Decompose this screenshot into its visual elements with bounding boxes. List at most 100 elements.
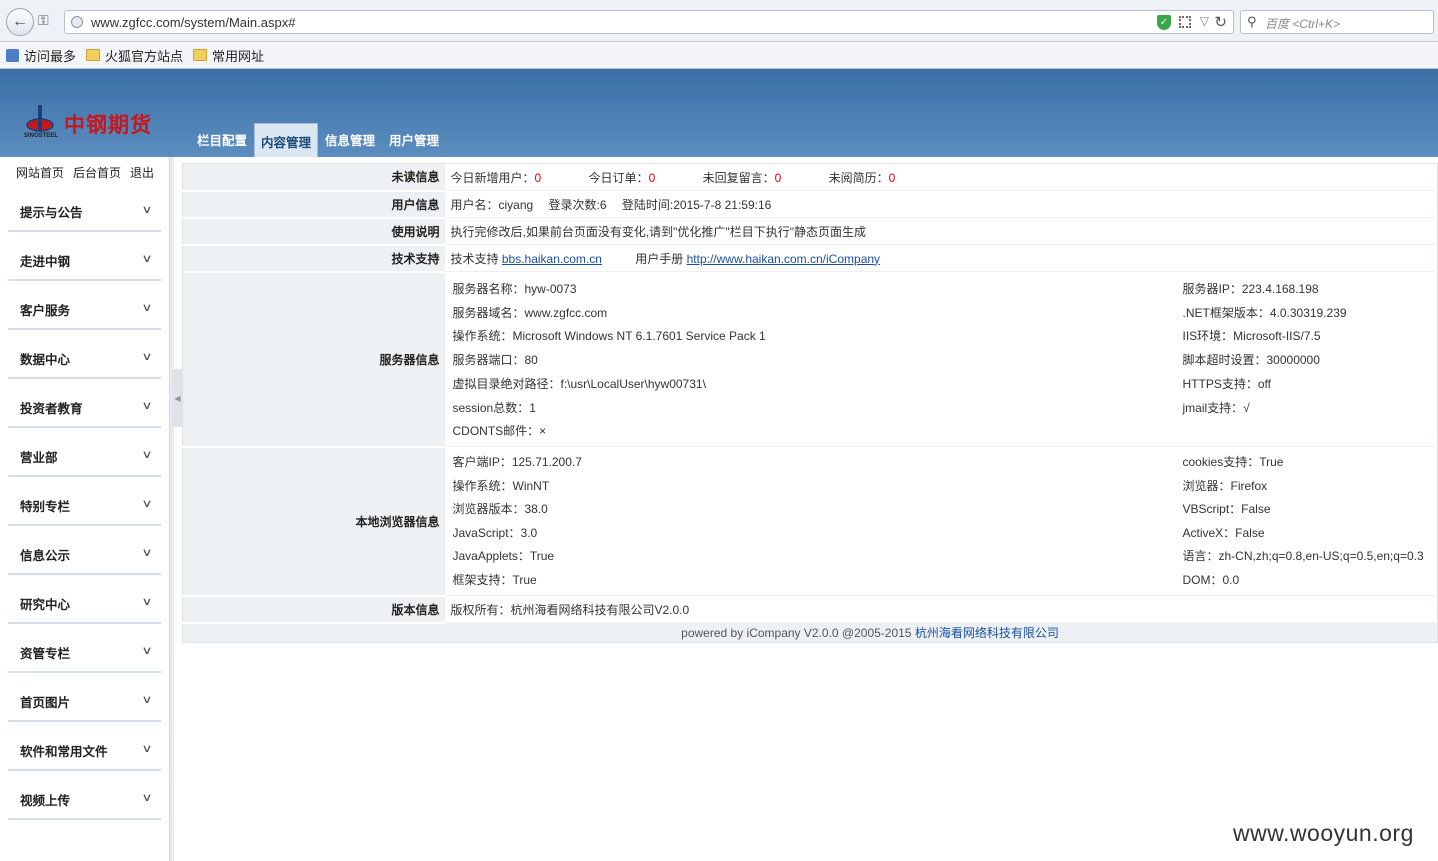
logo: 中钢期货 SINOSTEEL [24,103,154,143]
reload-icon[interactable]: ↻ [1214,13,1227,31]
folder-icon [86,49,101,61]
info-value: 浏览器版本：38.0 [452,502,548,517]
watermark: www.wooyun.org [1233,820,1414,846]
login-count: 登录次数:6 [548,197,607,212]
tab-user-management[interactable]: 用户管理 [382,130,446,157]
logo-subtext: SINOSTEEL [24,133,59,139]
table-row: 本地浏览器信息 客户端IP：125.71.200.7 操作系统：WinNT 浏览器版… [182,446,1438,597]
chevron-down-icon[interactable]: ▽ [1200,14,1209,28]
chevron-down-icon: ∨ [141,400,153,412]
row-label: 用户信息 [182,190,445,219]
sidebar-item-asset-management[interactable]: 资管专栏 ∨ [8,624,161,673]
table-row: 用户信息 用户名：ciyang 登录次数:6 登陆时间:2015-7-8 21:… [182,190,1438,219]
usage-text: 执行完修改后,如果前台页面没有变化,请到"优化推广"栏目下执行"静态页面生成 [444,217,1438,245]
table-row: 版本信息 版权所有：杭州海看网络科技有限公司V2.0.0 [182,595,1438,624]
row-label: 使用说明 [182,217,445,246]
row-label: 未读信息 [182,163,445,192]
info-value: 浏览器：Firefox [1182,478,1268,493]
link-site-home[interactable]: 网站首页 [16,164,64,183]
info-value: DOM：0.0 [1182,573,1240,587]
link-admin-home[interactable]: 后台首页 [73,164,121,183]
bookmark-common-sites[interactable]: 常用网址 [193,46,264,65]
tab-content-management[interactable]: 内容管理 [254,123,319,157]
row-label: 本地浏览器信息 [182,446,445,597]
info-value: 虚拟目录绝对路径：f:\usr\LocalUser\hyw00731\ [452,376,706,391]
unread-info: 今日新增用户：0 今日订单：0 未回复留言：0 未阅简历：0 [444,163,1438,191]
back-button[interactable]: ← [6,8,34,36]
sidebar-item-label: 特别专栏 [20,500,71,514]
sidebar-item-label: 数据中心 [20,353,71,367]
info-value: VBScript：False [1182,502,1271,517]
footer-row: powered by iCompany V2.0.0 @2005-2015 杭州… [182,622,1438,643]
search-placeholder: 百度 <Ctrl+K> [1265,17,1341,31]
chevron-down-icon: ∨ [141,498,153,510]
table-row: 未读信息 今日新增用户：0 今日订单：0 未回复留言：0 未阅简历：0 [182,163,1438,192]
info-value: 操作系统：WinNT [452,478,550,493]
support-link[interactable]: bbs.haikan.com.cn [502,252,602,266]
username: 用户名：ciyang [450,197,534,212]
manual-link[interactable]: http://www.haikan.com.cn/iCompany [687,252,880,266]
sidebar-item-research[interactable]: 研究中心 ∨ [8,575,161,624]
main-content: 未读信息 今日新增用户：0 今日订单：0 未回复留言：0 未阅简历：0 用户信息… [182,163,1438,643]
info-table: 未读信息 今日新增用户：0 今日订单：0 未回复留言：0 未阅简历：0 用户信息… [182,163,1438,643]
link-logout[interactable]: 退出 [130,164,154,183]
info-value: 语言：zh-CN,zh;q=0.8,en-US;q=0.5,en;q=0.3 [1182,549,1424,564]
folder-icon [193,49,208,61]
info-value: 服务器IP：223.4.168.198 [1182,282,1319,296]
main-nav: 栏目配置 内容管理 信息管理 用户管理 [190,122,446,157]
address-bar[interactable]: www.zgfcc.com/system/Main.aspx# ✓ ▽ ↻ [64,10,1234,34]
bookmark-label: 访问最多 [24,48,77,64]
chevron-down-icon: ∨ [141,547,153,559]
key-icon: ⚿ [38,12,49,28]
bookmark-label: 常用网址 [212,48,265,64]
footer: powered by iCompany V2.0.0 @2005-2015 杭州… [182,622,1438,643]
sidebar-item-disclosure[interactable]: 信息公示 ∨ [8,526,161,575]
replies-count: 0 [774,170,782,185]
chevron-down-icon: ∨ [141,449,153,461]
sidebar-divider [170,157,174,861]
table-row: 服务器信息 服务器名称：hyw-0073 服务器域名：www.zgfcc.com 操… [182,271,1438,448]
back-arrow-icon: ← [12,13,28,30]
sidebar-item-investor-education[interactable]: 投资者教育 ∨ [8,379,161,428]
sidebar-item-software-files[interactable]: 软件和常用文件 ∨ [8,722,161,771]
bookmark-icon [6,48,19,62]
search-input[interactable]: ⚲ 百度 <Ctrl+K> [1240,10,1434,34]
row-label: 技术支持 [182,244,445,273]
info-value: JavaApplets：True [452,549,555,564]
chevron-down-icon: ∨ [141,204,153,216]
chevron-down-icon: ∨ [141,694,153,706]
sidebar-item-label: 营业部 [20,451,58,465]
sidebar-item-branches[interactable]: 营业部 ∨ [8,428,161,477]
sidebar: 网站首页 后台首页 退出 提示与公告 ∨ 走进中钢 ∨ 客户服务 ∨ 数据中心 ∨ 投资… [0,157,170,861]
qr-code-icon[interactable] [1179,16,1191,28]
orders-count: 0 [648,170,656,185]
sidebar-item-about[interactable]: 走进中钢 ∨ [8,232,161,281]
sidebar-item-video-upload[interactable]: 视频上传 ∨ [8,771,161,820]
footer-company-link[interactable]: 杭州海看网络科技有限公司 [915,626,1059,640]
tab-column-config[interactable]: 栏目配置 [190,130,254,157]
resumes-count: 0 [888,170,896,185]
sidebar-top-links: 网站首页 后台首页 退出 [0,157,169,183]
sidebar-item-home-images[interactable]: 首页图片 ∨ [8,673,161,722]
sidebar-item-special-column[interactable]: 特别专栏 ∨ [8,477,161,526]
shield-icon[interactable]: ✓ [1157,15,1171,30]
sidebar-item-customer-service[interactable]: 客户服务 ∨ [8,281,161,330]
info-value: HTTPS支持：off [1182,376,1271,391]
info-value: jmail支持：√ [1182,400,1250,415]
chevron-down-icon: ∨ [141,253,153,265]
globe-icon [71,16,83,28]
url-text[interactable]: www.zgfcc.com/system/Main.aspx# [91,15,295,30]
info-value: cookies支持：True [1182,455,1284,469]
info-value: JavaScript：3.0 [452,525,538,540]
browser-toolbar: ← ⚿ www.zgfcc.com/system/Main.aspx# ✓ ▽ … [0,0,1438,42]
browser-info: 客户端IP：125.71.200.7 操作系统：WinNT 浏览器版本：38.0 Ja… [444,446,1438,596]
bookmark-most-visited[interactable]: 访问最多 [6,46,76,65]
bookmark-firefox-site[interactable]: 火狐官方站点 [86,46,183,65]
new-users-count: 0 [534,170,542,185]
sidebar-item-data-center[interactable]: 数据中心 ∨ [8,330,161,379]
sidebar-item-notices[interactable]: 提示与公告 ∨ [8,183,161,232]
bookmark-label: 火狐官方站点 [105,48,184,64]
tab-info-management[interactable]: 信息管理 [318,130,382,157]
sidebar-menu: 提示与公告 ∨ 走进中钢 ∨ 客户服务 ∨ 数据中心 ∨ 投资者教育 ∨ 营业部 ∨ 特别专… [0,183,169,820]
login-time: 登陆时间:2015-7-8 21:59:16 [621,197,772,212]
